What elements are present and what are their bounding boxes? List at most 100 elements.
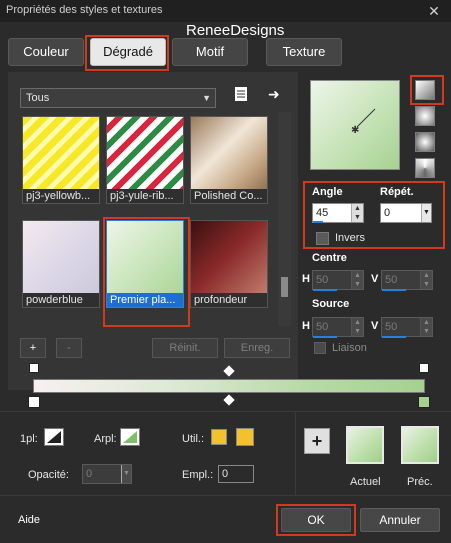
- util-label: Util.:: [182, 433, 204, 445]
- center-h-slider: [313, 289, 337, 291]
- repeat-input[interactable]: 0 ▼: [380, 203, 432, 223]
- gradient-thumb[interactable]: pj3-yule-rib...: [106, 116, 184, 204]
- gradient-thumb[interactable]: profondeur: [190, 220, 268, 308]
- reset-button[interactable]: Réinit.: [152, 338, 218, 358]
- watermark-text: ReneeDesigns: [186, 22, 285, 39]
- color-stop-end[interactable]: [418, 396, 430, 408]
- library-scrollbar[interactable]: [278, 112, 291, 326]
- source-v-slider: [382, 336, 406, 338]
- thumb-label: Polished Co...: [191, 189, 267, 203]
- angle-label: Angle: [312, 186, 343, 198]
- window-title: Propriétés des styles et textures: [6, 4, 163, 16]
- current-label: Actuel: [350, 476, 381, 488]
- source-v-input: 50 ▲ ▼: [381, 317, 433, 337]
- save-button[interactable]: Enreg.: [224, 338, 290, 358]
- help-link[interactable]: Aide: [18, 514, 40, 526]
- center-v-label: V: [371, 273, 379, 285]
- thumb-label: powderblue: [23, 293, 99, 307]
- svg-text:✱: ✱: [351, 125, 359, 136]
- chevron-down-icon: ▼: [121, 465, 131, 483]
- link-checkbox: [314, 342, 326, 354]
- gradient-thumb[interactable]: Polished Co...: [190, 116, 268, 204]
- fg-source-icon[interactable]: [44, 428, 64, 446]
- location-value: 0: [222, 468, 229, 480]
- source-label: Source: [312, 298, 350, 310]
- scrollbar-thumb[interactable]: [281, 277, 288, 297]
- sunburst-gradient-type-icon[interactable]: [415, 132, 435, 152]
- divider: [295, 412, 296, 495]
- close-button[interactable]: ✕: [423, 2, 445, 20]
- invert-label: Invers: [335, 232, 365, 244]
- remove-gradient-button[interactable]: -: [56, 338, 82, 358]
- current-swatch: [346, 426, 384, 464]
- category-select[interactable]: Tous ▼: [20, 88, 216, 108]
- bg-label: Arpl:: [94, 433, 117, 445]
- previous-label: Préc.: [407, 476, 433, 488]
- center-label: Centre: [312, 252, 347, 264]
- source-v-spinner: ▲ ▼: [420, 318, 432, 336]
- repeat-label: Répét.: [380, 186, 414, 198]
- bg-source-icon[interactable]: [120, 428, 140, 446]
- source-h-input: 50 ▲ ▼: [312, 317, 364, 337]
- util-color-swatch[interactable]: [211, 429, 227, 445]
- add-gradient-button[interactable]: +: [20, 338, 46, 358]
- center-v-value: 50: [385, 274, 398, 286]
- source-h-spinner: ▲ ▼: [351, 318, 363, 336]
- tab-degrade[interactable]: Dégradé: [90, 38, 166, 66]
- opacity-label: Opacité:: [28, 469, 69, 481]
- angle-input[interactable]: 45 ▲ ▼: [312, 203, 364, 223]
- library-options-icon[interactable]: [232, 85, 250, 103]
- angle-value: 45: [316, 207, 329, 219]
- category-select-value: Tous: [26, 92, 50, 104]
- gradient-editor-bar[interactable]: [33, 379, 425, 393]
- thumb-label: Premier pla...: [107, 293, 183, 307]
- color-stop-start[interactable]: [28, 396, 40, 408]
- invert-checkbox[interactable]: [316, 232, 329, 245]
- ok-button[interactable]: OK: [281, 508, 351, 532]
- source-h-slider: [313, 336, 337, 338]
- thumb-label: profondeur: [191, 293, 267, 307]
- arrow-right-icon[interactable]: ➜: [268, 86, 284, 102]
- thumb-label: pj3-yellowb...: [23, 189, 99, 203]
- previous-swatch[interactable]: [401, 426, 439, 464]
- center-h-input: 50 ▲ ▼: [312, 270, 364, 290]
- fg-label: 1pl:: [20, 433, 38, 445]
- radial-gradient-type-icon[interactable]: [415, 158, 435, 178]
- rectangular-gradient-type-icon[interactable]: [415, 106, 435, 126]
- divider: [0, 411, 451, 412]
- location-label: Empl.:: [182, 469, 214, 481]
- gradient-preview[interactable]: ✱: [310, 80, 400, 170]
- angle-spinner[interactable]: ▲ ▼: [351, 204, 363, 222]
- link-label: Liaison: [332, 342, 367, 354]
- gradient-thumb[interactable]: powderblue: [22, 220, 100, 308]
- opacity-input: 0 ▼: [82, 464, 132, 484]
- source-h-label: H: [302, 320, 310, 332]
- thumb-label: pj3-yule-rib...: [107, 189, 183, 203]
- add-swatch-button[interactable]: +: [304, 428, 330, 454]
- chevron-down-icon: ▼: [202, 93, 211, 103]
- chevron-down-icon[interactable]: ▼: [421, 204, 431, 222]
- tab-texture[interactable]: Texture: [266, 38, 342, 66]
- center-h-spinner: ▲ ▼: [351, 271, 363, 289]
- bg-stop-marker-icon[interactable]: [419, 363, 429, 373]
- linear-gradient-type-icon[interactable]: [415, 80, 435, 100]
- source-v-value: 50: [385, 321, 398, 333]
- gradient-thumb-selected[interactable]: Premier pla...: [106, 220, 184, 308]
- tab-motif[interactable]: Motif: [172, 38, 248, 66]
- center-v-spinner: ▲ ▼: [420, 271, 432, 289]
- cancel-button[interactable]: Annuler: [360, 508, 440, 532]
- opacity-value: 0: [86, 468, 93, 480]
- fg-stop-marker-icon[interactable]: [29, 363, 39, 373]
- repeat-value: 0: [384, 207, 391, 219]
- center-v-input: 50 ▲ ▼: [381, 270, 433, 290]
- util-color-swatch-large[interactable]: [236, 428, 254, 446]
- tab-couleur[interactable]: Couleur: [8, 38, 84, 66]
- center-v-slider: [382, 289, 406, 291]
- location-input[interactable]: 0: [218, 465, 254, 483]
- source-h-value: 50: [316, 321, 329, 333]
- center-h-value: 50: [316, 274, 329, 286]
- angle-slider[interactable]: [313, 221, 323, 223]
- midpoint-bottom-icon[interactable]: [223, 394, 235, 406]
- gradient-thumb[interactable]: pj3-yellowb...: [22, 116, 100, 204]
- source-v-label: V: [371, 320, 379, 332]
